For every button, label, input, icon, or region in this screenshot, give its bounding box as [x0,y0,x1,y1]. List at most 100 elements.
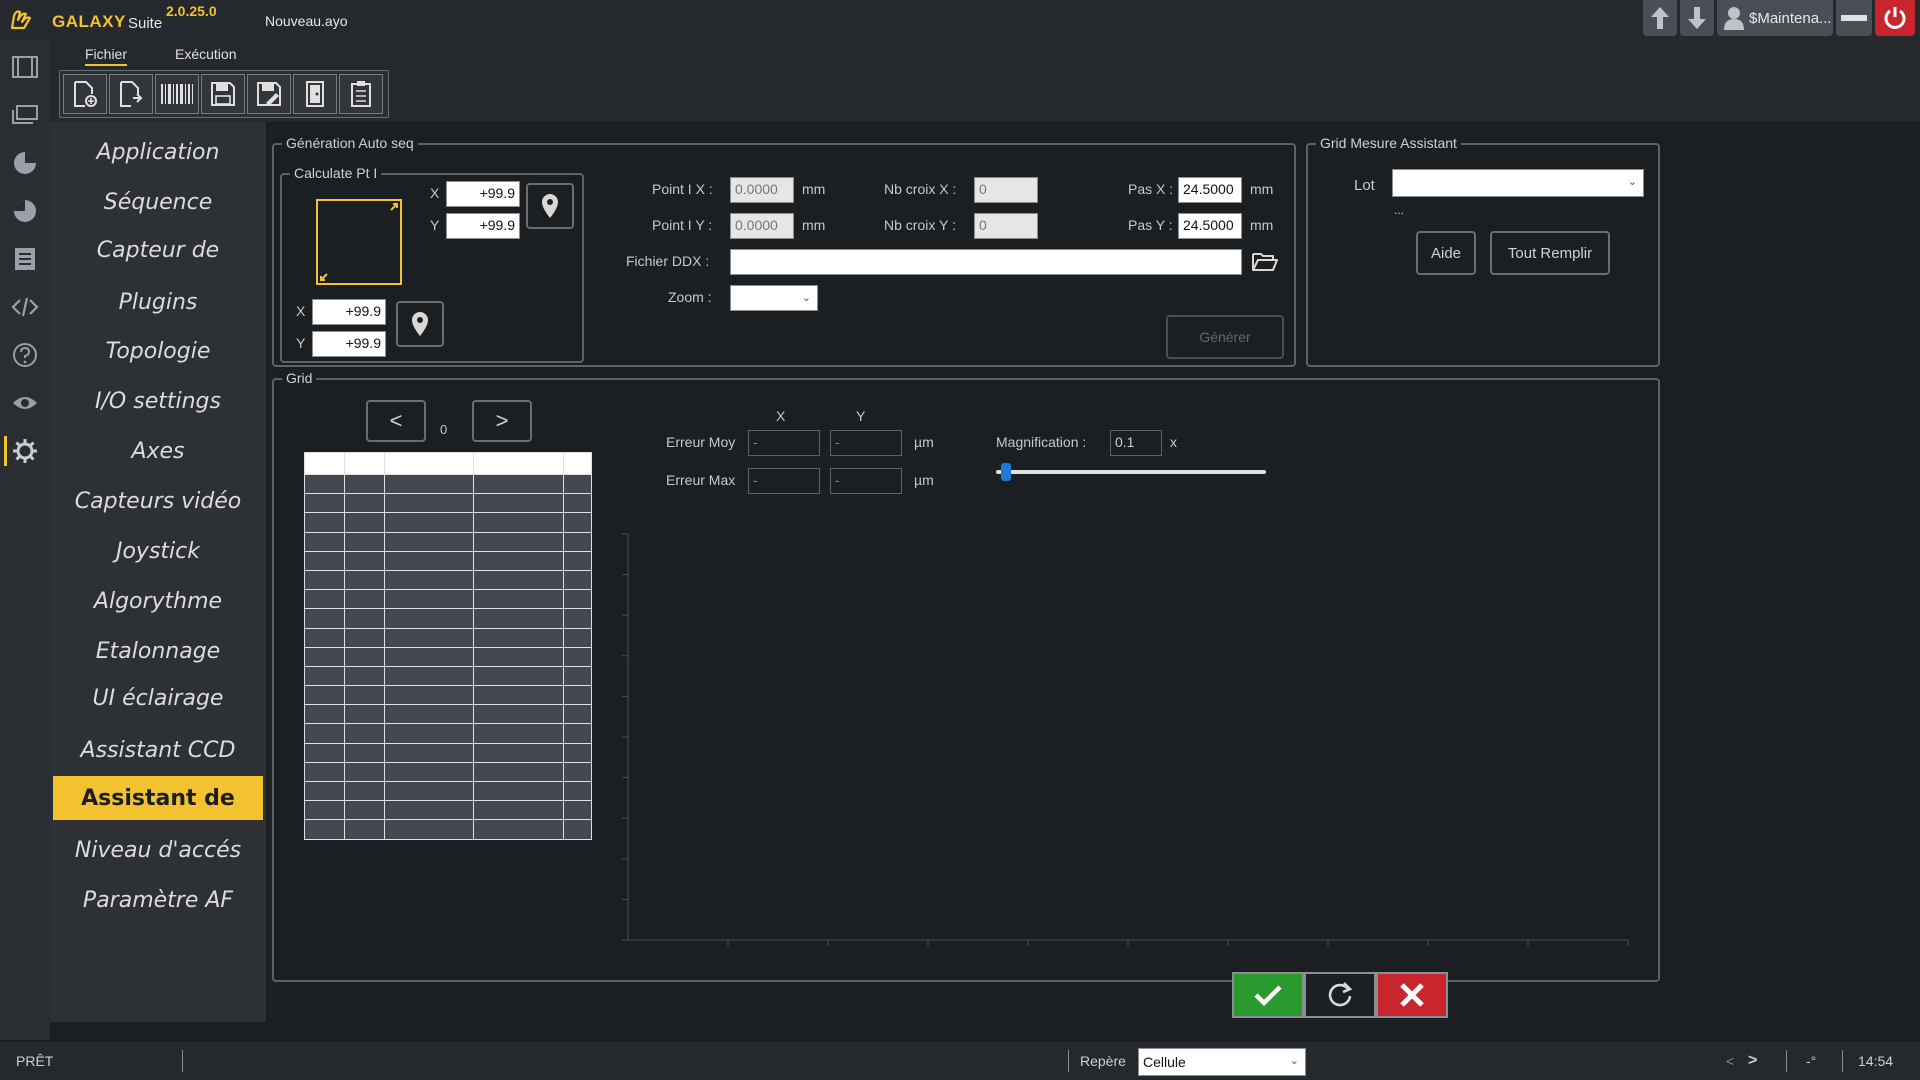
aide-button[interactable]: Aide [1416,231,1476,275]
table-row[interactable] [304,569,592,591]
grid-cell[interactable] [304,512,345,533]
grid-cell[interactable] [563,819,592,840]
calc-top-locate-button[interactable] [526,183,574,229]
grid-cell[interactable] [473,742,565,763]
table-row[interactable] [304,627,592,648]
grid-cell[interactable] [383,550,475,571]
grid-cell[interactable] [473,646,565,667]
grid-cell[interactable] [343,608,385,629]
cancel-button[interactable] [1376,972,1448,1018]
grid-cell[interactable] [563,780,592,802]
barcode-button[interactable] [155,74,199,114]
grid-cell[interactable] [473,589,565,610]
status-prev-button[interactable]: < [1726,1053,1734,1069]
grid-cell[interactable] [304,550,345,571]
grid-cell[interactable] [473,819,565,840]
pas-x-input[interactable]: 24.5000 [1178,177,1242,203]
table-row[interactable] [304,819,592,840]
grid-cell[interactable] [383,473,475,495]
grid-cell[interactable] [383,761,475,783]
refresh-button[interactable] [1304,972,1376,1018]
nb-croix-y-input[interactable]: 0 [974,213,1038,239]
table-row[interactable] [304,531,592,552]
grid-cell[interactable] [304,742,345,763]
upload-button[interactable] [1643,0,1677,36]
grid-cell[interactable] [383,493,475,514]
strip-chart-button[interactable] [10,148,40,178]
nav-item-parametre-af[interactable]: Paramètre AF [53,878,263,922]
strip-stack-button[interactable] [10,100,40,130]
grid-cell[interactable] [563,473,592,495]
grid-cell[interactable] [343,761,385,783]
nav-item-joystick[interactable]: Joystick [53,529,263,573]
table-row[interactable] [304,646,592,667]
grid-cell[interactable] [473,761,565,783]
grid-cell[interactable] [304,627,345,648]
grid-cell[interactable] [383,742,475,763]
nb-croix-x-input[interactable]: 0 [974,177,1038,203]
table-row[interactable] [304,589,592,610]
grid-cell[interactable] [383,780,475,802]
nav-item-niveau-acces[interactable]: Niveau d'accés [53,828,263,872]
grid-cell[interactable] [563,589,592,610]
nav-item-sequence[interactable]: Séquence [53,180,263,224]
grid-header-cell[interactable] [383,452,475,475]
magnification-slider-thumb[interactable] [1001,463,1012,481]
browse-folder-button[interactable] [1250,247,1280,275]
grid-cell[interactable] [563,723,592,744]
grid-cell[interactable] [304,531,345,552]
grid-cell[interactable] [343,473,385,495]
grid-cell[interactable] [563,704,592,725]
checklist-button[interactable] [339,74,383,114]
grid-header-cell[interactable] [563,452,592,475]
grid-cell[interactable] [304,493,345,514]
grid-cell[interactable] [343,512,385,533]
strip-help-button[interactable] [10,340,40,370]
strip-eye-button[interactable] [10,388,40,418]
table-row[interactable] [304,780,592,802]
erreur-moy-x-input[interactable]: - [748,430,820,456]
grid-cell[interactable] [563,531,592,552]
grid-cell[interactable] [563,646,592,667]
save-as-button[interactable] [247,74,291,114]
grid-cell[interactable] [304,723,345,744]
grid-cell[interactable] [343,531,385,552]
grid-cell[interactable] [383,665,475,687]
grid-cell[interactable] [383,819,475,840]
import-file-button[interactable] [109,74,153,114]
grid-header-cell[interactable] [343,452,385,475]
save-button[interactable] [201,74,245,114]
grid-header-cell[interactable] [473,452,565,475]
grid-cell[interactable] [343,589,385,610]
grid-cell[interactable] [383,627,475,648]
erreur-max-x-input[interactable]: - [748,468,820,494]
table-row[interactable] [304,550,592,571]
grid-cell[interactable] [473,723,565,744]
grid-cell[interactable] [563,512,592,533]
table-row[interactable] [304,665,592,687]
grid-cell[interactable] [304,704,345,725]
grid-cell[interactable] [383,608,475,629]
grid-cell[interactable] [473,531,565,552]
grid-cell[interactable] [383,685,475,706]
grid-cell[interactable] [473,665,565,687]
status-next-button[interactable]: > [1748,1052,1757,1070]
table-row[interactable] [304,685,592,706]
calc-bottom-y-input[interactable]: +99.9 [312,331,386,357]
grid-cell[interactable] [563,742,592,763]
table-row[interactable] [304,512,592,533]
grid-cell[interactable] [343,646,385,667]
erreur-max-y-input[interactable]: - [830,468,902,494]
minimize-button[interactable] [1836,0,1872,36]
strip-film-button[interactable] [10,52,40,82]
exit-button[interactable] [293,74,337,114]
grid-cell[interactable] [383,569,475,591]
grid-cell[interactable] [304,819,345,840]
grid-cell[interactable] [304,780,345,802]
grid-cell[interactable] [383,646,475,667]
grid-cell[interactable] [383,512,475,533]
generate-button[interactable]: Générer [1166,315,1284,359]
calc-bottom-locate-button[interactable] [396,301,444,347]
point-iy-input[interactable]: 0.0000 [730,213,794,239]
grid-cell[interactable] [383,800,475,821]
